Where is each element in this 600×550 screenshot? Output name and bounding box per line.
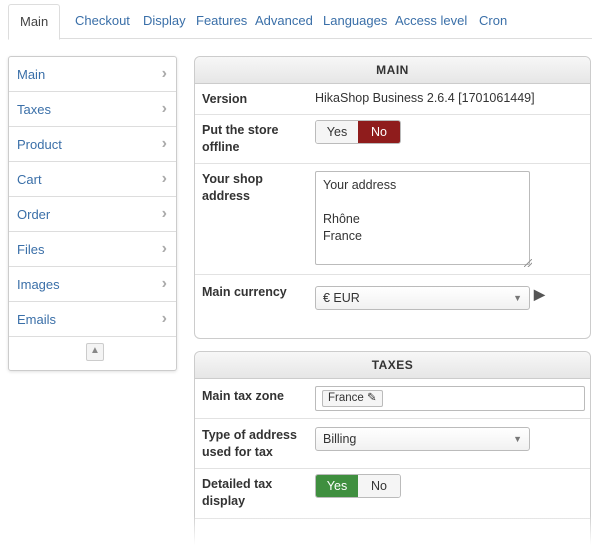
sidebar-item-label: Taxes: [17, 102, 51, 117]
sidebar-item-label: Order: [17, 207, 51, 222]
chevron-right-icon: ›: [161, 310, 167, 327]
offline-toggle[interactable]: Yes No: [315, 120, 401, 144]
sidebar-item-main[interactable]: Main ›: [9, 57, 176, 92]
sidebar-item-product[interactable]: Product ›: [9, 127, 176, 162]
detailed-yes-button[interactable]: Yes: [316, 475, 358, 497]
chevron-right-icon: ›: [161, 100, 167, 117]
shop-address-textarea[interactable]: Your address Rhône France: [315, 171, 530, 265]
tax-zone-tag[interactable]: France ✎: [322, 390, 383, 407]
currency-row: Main currency € EUR ▼ ▶: [195, 275, 590, 338]
taxes-panel-title: TAXES: [195, 352, 590, 379]
detailed-tax-row: Detailed tax display Yes No: [195, 469, 590, 519]
resize-grip-icon[interactable]: [524, 259, 532, 267]
chevron-right-icon: ›: [161, 65, 167, 82]
sidebar-item-label: Product: [17, 137, 62, 152]
offline-row: Put the store offline Yes No: [195, 115, 590, 164]
detailed-tax-label: Detailed tax display: [202, 477, 273, 508]
detailed-no-button[interactable]: No: [358, 475, 400, 497]
scroll-to-top-icon: ▲: [90, 345, 100, 356]
tax-zone-row: Main tax zone France ✎: [195, 379, 590, 419]
offline-label: Put the store offline: [202, 123, 279, 154]
address-type-value: Billing: [323, 432, 357, 446]
chevron-right-icon: ›: [161, 170, 167, 187]
main-panel: MAIN Version HikaShop Business 2.6.4 [17…: [194, 56, 591, 339]
tab-cron[interactable]: Cron: [479, 4, 507, 39]
chevron-down-icon: ▼: [513, 434, 522, 444]
sidebar-item-images[interactable]: Images ›: [9, 267, 176, 302]
chevron-right-icon: ›: [161, 275, 167, 292]
sidebar-item-emails[interactable]: Emails ›: [9, 302, 176, 337]
tab-access-level[interactable]: Access level: [395, 4, 467, 39]
sidebar-item-label: Images: [17, 277, 60, 292]
sidebar-item-cart[interactable]: Cart ›: [9, 162, 176, 197]
main-panel-title: MAIN: [195, 57, 590, 84]
sidebar-item-files[interactable]: Files ›: [9, 232, 176, 267]
tab-features[interactable]: Features: [196, 4, 247, 39]
currency-value: € EUR: [323, 291, 360, 305]
offline-no-button[interactable]: No: [358, 121, 400, 143]
chevron-right-icon: ›: [161, 205, 167, 222]
address-row: Your shop address Your address Rhône Fra…: [195, 164, 590, 275]
version-value: HikaShop Business 2.6.4 [1701061449]: [315, 91, 535, 105]
chevron-down-icon: ▼: [513, 293, 522, 303]
chevron-right-icon: ›: [161, 240, 167, 257]
version-label: Version: [202, 92, 248, 106]
address-type-select[interactable]: Billing ▼: [315, 427, 530, 451]
bottom-fade: [194, 515, 591, 550]
version-row: Version HikaShop Business 2.6.4 [1701061…: [195, 84, 590, 115]
sidebar-item-label: Files: [17, 242, 45, 257]
address-type-label: Type of address used for tax: [202, 428, 297, 459]
tab-display[interactable]: Display: [143, 4, 186, 39]
address-label: Your shop address: [202, 172, 263, 203]
sidebar-item-label: Cart: [17, 172, 42, 187]
config-tabs: Main Checkout Display Features Advanced …: [8, 4, 592, 40]
section-sidebar: Main › Taxes › Product › Cart › Order › …: [8, 56, 177, 371]
chevron-right-icon: ›: [161, 135, 167, 152]
tax-zone-label: Main tax zone: [202, 389, 284, 403]
offline-yes-button[interactable]: Yes: [316, 121, 358, 143]
currency-select[interactable]: € EUR ▼: [315, 286, 530, 310]
sidebar-item-label: Main: [17, 67, 46, 82]
currency-label: Main currency: [202, 285, 287, 299]
tab-languages[interactable]: Languages: [323, 4, 387, 39]
sidebar-item-order[interactable]: Order ›: [9, 197, 176, 232]
scroll-to-top-button[interactable]: ▲: [86, 343, 104, 361]
sidebar-item-taxes[interactable]: Taxes ›: [9, 92, 176, 127]
sidebar-item-label: Emails: [17, 312, 57, 327]
address-type-row: Type of address used for tax Billing ▼: [195, 419, 590, 469]
tab-main[interactable]: Main: [8, 4, 61, 40]
tax-zone-input[interactable]: France ✎: [315, 386, 585, 411]
tab-advanced[interactable]: Advanced: [255, 4, 313, 39]
tab-checkout[interactable]: Checkout: [75, 4, 130, 39]
chevron-right-icon[interactable]: ▶: [534, 286, 545, 303]
detailed-tax-toggle[interactable]: Yes No: [315, 474, 401, 498]
